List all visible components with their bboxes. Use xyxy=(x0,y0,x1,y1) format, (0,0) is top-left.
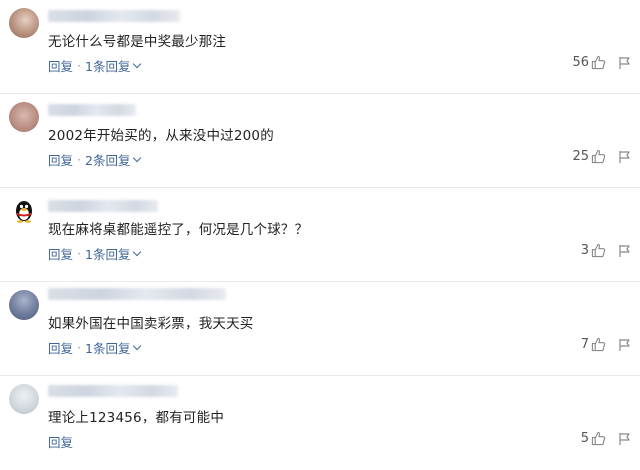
view-replies-button[interactable]: 1条回复 xyxy=(85,338,130,357)
thumbs-up-icon[interactable] xyxy=(591,243,606,258)
flag-icon[interactable] xyxy=(618,150,632,164)
reply-button[interactable]: 回复 xyxy=(48,244,73,263)
comment-actions: 回复 · 1条回复 xyxy=(48,338,142,357)
like-button[interactable]: 7 xyxy=(581,337,606,352)
like-button[interactable]: 56 xyxy=(572,55,606,70)
like-count: 56 xyxy=(572,55,589,70)
reply-button[interactable]: 回复 xyxy=(48,338,73,357)
thumbs-up-icon[interactable] xyxy=(591,149,606,164)
comment-item: 无论什么号都是中奖最少那注 回复 · 1条回复 56 xyxy=(0,0,640,94)
penguin-avatar-icon xyxy=(9,196,39,226)
avatar[interactable] xyxy=(9,102,39,132)
comment-actions: 回复 xyxy=(48,432,73,451)
separator: · xyxy=(77,152,81,167)
chevron-down-icon[interactable] xyxy=(133,59,142,68)
like-count: 25 xyxy=(572,149,589,164)
avatar[interactable] xyxy=(9,196,39,226)
chevron-down-icon[interactable] xyxy=(133,153,142,162)
view-replies-button[interactable]: 1条回复 xyxy=(85,56,130,75)
separator: · xyxy=(77,246,81,261)
view-replies-button[interactable]: 1条回复 xyxy=(85,244,130,263)
reply-button[interactable]: 回复 xyxy=(48,432,73,451)
comment-item: 如果外国在中国卖彩票，我天天买 回复 · 1条回复 7 xyxy=(0,282,640,376)
comment-text: 理论上123456，都有可能中 xyxy=(48,410,225,426)
username-redacted[interactable] xyxy=(48,288,226,300)
like-button[interactable]: 25 xyxy=(572,149,606,164)
username-redacted[interactable] xyxy=(48,10,180,22)
comment-item: 理论上123456，都有可能中 回复 5 xyxy=(0,376,640,470)
reply-button[interactable]: 回复 xyxy=(48,56,73,75)
comment-item: 现在麻将桌都能遥控了，何况是几个球？？ 回复 · 1条回复 3 xyxy=(0,188,640,282)
comment-text: 现在麻将桌都能遥控了，何况是几个球？？ xyxy=(48,222,309,238)
comment-item: 2002年开始买的，从来没中过200的 回复 · 2条回复 25 xyxy=(0,94,640,188)
username-redacted[interactable] xyxy=(48,104,136,116)
like-count: 3 xyxy=(580,243,589,258)
like-count: 7 xyxy=(580,337,589,352)
like-button[interactable]: 3 xyxy=(581,243,606,258)
username-redacted[interactable] xyxy=(48,385,178,397)
comment-text: 2002年开始买的，从来没中过200的 xyxy=(48,128,274,144)
chevron-down-icon[interactable] xyxy=(133,247,142,256)
comment-actions: 回复 · 1条回复 xyxy=(48,244,142,263)
flag-icon[interactable] xyxy=(618,244,632,258)
view-replies-button[interactable]: 2条回复 xyxy=(85,150,130,169)
chevron-down-icon[interactable] xyxy=(133,341,142,350)
username-redacted[interactable] xyxy=(48,200,158,212)
thumbs-up-icon[interactable] xyxy=(591,431,606,446)
flag-icon[interactable] xyxy=(618,432,632,446)
comment-actions: 回复 · 2条回复 xyxy=(48,150,142,169)
avatar[interactable] xyxy=(9,8,39,38)
reply-button[interactable]: 回复 xyxy=(48,150,73,169)
comment-text: 如果外国在中国卖彩票，我天天买 xyxy=(48,316,254,332)
separator: · xyxy=(77,340,81,355)
comment-list: 无论什么号都是中奖最少那注 回复 · 1条回复 56 2002年开始买的，从来没… xyxy=(0,0,640,470)
avatar[interactable] xyxy=(9,384,39,414)
comment-text: 无论什么号都是中奖最少那注 xyxy=(48,34,227,50)
thumbs-up-icon[interactable] xyxy=(591,55,606,70)
flag-icon[interactable] xyxy=(618,338,632,352)
avatar[interactable] xyxy=(9,290,39,320)
comment-actions: 回复 · 1条回复 xyxy=(48,56,142,75)
flag-icon[interactable] xyxy=(618,56,632,70)
like-button[interactable]: 5 xyxy=(581,431,606,446)
thumbs-up-icon[interactable] xyxy=(591,337,606,352)
separator: · xyxy=(77,58,81,73)
like-count: 5 xyxy=(580,431,589,446)
